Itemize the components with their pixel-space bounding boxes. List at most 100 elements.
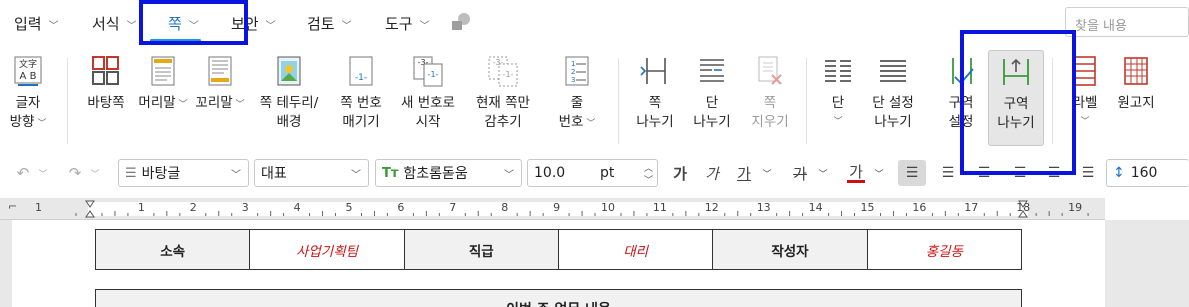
font-select[interactable]: Tт 함초롬돋움 ﹀ [375, 159, 522, 187]
footer-button[interactable]: 꼬리말 ﹀ [194, 54, 246, 150]
tab-review[interactable]: 검토 ﹀ [307, 10, 352, 36]
label-button[interactable]: 라벨 ﹀ [1062, 54, 1108, 150]
redo-icon[interactable]: ↷ [64, 160, 86, 186]
button-label: 쪽 테두리/ [259, 95, 319, 111]
align-divide-icon[interactable]: ☰ [1076, 160, 1100, 186]
page-border-button[interactable]: 쪽 테두리/ 배경 [252, 54, 326, 150]
chevron-down-icon[interactable]: ﹀ [872, 160, 886, 186]
ruler-number: 1 [35, 201, 42, 214]
button-label: 방향 [9, 114, 35, 130]
chevron-down-icon[interactable]: ﹀ [88, 160, 102, 186]
align-center-icon[interactable]: ☰ [972, 160, 996, 186]
section-break-button[interactable]: 구역 나누기 [988, 50, 1044, 146]
hide-page-button[interactable]: -3- -1- 현재 쪽만 감추기 [468, 54, 538, 150]
font-value: 함초롬돋움 [403, 166, 468, 182]
section-title-box[interactable]: 이번 주 업무 내용 [95, 289, 1022, 307]
tab-security[interactable]: 보안 ﹀ [231, 10, 276, 36]
column-setting-button[interactable]: 단 설정 나누기 [864, 54, 922, 150]
table-cell-label[interactable]: 소속 [94, 229, 251, 270]
line-spacing-icon: ↕ [1113, 165, 1125, 181]
strikethrough-icon[interactable]: 가 [788, 160, 812, 186]
tab-label: 서식 [92, 14, 120, 33]
tab-marker[interactable]: ⌐ [8, 200, 17, 213]
align-left-icon[interactable]: ☰ [936, 160, 960, 186]
shapes-icon[interactable] [450, 12, 472, 32]
italic-icon[interactable]: 가 [700, 160, 724, 186]
table-cell-label[interactable]: 직급 [403, 229, 559, 270]
columns-icon [821, 54, 855, 88]
tab-tools[interactable]: 도구 ﹀ [385, 10, 430, 36]
button-label: 나누기 [997, 115, 1035, 131]
align-right-icon[interactable]: ☰ [1008, 160, 1032, 186]
ruler-number: 5 [345, 201, 353, 214]
button-label: 설정 [948, 114, 974, 130]
button-label-line2: 번호 ﹀ [559, 113, 596, 134]
page-break-icon [638, 54, 672, 88]
align-justify-icon[interactable]: ☰ [898, 160, 926, 186]
ruler-number: 10 [601, 201, 615, 214]
font-size-input[interactable]: 10.0 pt ︿ ﹀ [527, 159, 658, 187]
button-label: 새 번호로 [401, 95, 455, 111]
button-label: 단 [705, 95, 719, 111]
table-row: 소속 사업기획팀 직급 대리 작성자 홍길동 [94, 229, 1023, 270]
chevron-down-icon[interactable]: ﹀ [760, 160, 774, 186]
search-input[interactable]: 찾을 내용 [1065, 7, 1189, 37]
svg-text:3: 3 [571, 76, 575, 84]
manuscript-button[interactable]: 원고지 [1112, 54, 1160, 150]
tab-label: 검토 [307, 14, 335, 33]
column-button[interactable]: 단 ﹀ [818, 54, 858, 150]
tab-label: 보안 [231, 14, 259, 33]
style-select[interactable]: ☰ 바탕글 ﹀ [118, 159, 249, 187]
undo-icon[interactable]: ↶ [12, 160, 34, 186]
header-button[interactable]: 머리말 ﹀ [138, 54, 188, 150]
button-label: 나누기 [874, 114, 912, 130]
language-value: 대표 [261, 166, 287, 182]
chevron-down-icon[interactable]: ﹀ [816, 160, 830, 186]
tab-page[interactable]: 쪽 ﹀ [150, 10, 201, 42]
tab-label: 입력 [14, 14, 42, 33]
section-setting-button[interactable]: 구역 설정 [938, 54, 984, 150]
text-direction-button[interactable]: 文字 A B 글자 방향 ﹀ [6, 54, 50, 150]
page-break-button[interactable]: 쪽 나누기 [630, 54, 680, 150]
chevron-down-icon: ﹀ [583, 119, 596, 129]
tab-format[interactable]: 서식 ﹀ [92, 10, 137, 36]
spin-down-icon[interactable]: ﹀ [644, 173, 653, 186]
section-break-icon [999, 55, 1033, 89]
font-size-value: 10.0 [534, 165, 566, 181]
delete-page-button[interactable]: 쪽 지우기 [746, 54, 794, 150]
line-spacing-input[interactable]: ↕ 160 [1106, 159, 1189, 187]
language-select[interactable]: 대표 ﹀ [254, 159, 369, 187]
font-size-unit: pt [600, 165, 615, 181]
align-distribute-icon[interactable]: ☰ [1042, 160, 1066, 186]
text-direction-icon: 文字 A B [11, 54, 45, 88]
font-color-icon[interactable]: 가 [844, 160, 868, 186]
bold-icon[interactable]: 가 [668, 160, 692, 186]
new-number-button[interactable]: -3- -1- 새 번호로 시작 [396, 54, 460, 150]
chevron-down-icon[interactable]: ﹀ [36, 160, 50, 186]
button-label: 나누기 [636, 114, 674, 130]
right-indent-marker[interactable] [1018, 200, 1028, 218]
background-page-icon [89, 54, 123, 88]
background-page-button[interactable]: 바탕쪽 [80, 54, 132, 150]
button-label: 라벨 [1072, 95, 1098, 111]
divider [1052, 58, 1053, 144]
tab-input[interactable]: 입력 ﹀ [14, 10, 59, 36]
underline-icon[interactable]: 가 [732, 160, 756, 186]
left-indent-marker[interactable] [85, 200, 95, 218]
table-cell-value[interactable]: 홍길동 [866, 229, 1023, 270]
ruler-number: 4 [293, 201, 301, 214]
ruler[interactable]: 112345678910111213141516171819 ⌐ [0, 198, 1105, 220]
button-label: 글자 [15, 95, 41, 111]
chevron-down-icon: ﹀ [48, 20, 59, 32]
table-cell-label[interactable]: 작성자 [712, 229, 868, 270]
column-break-button[interactable]: 단 나누기 [688, 54, 736, 150]
page-number-button[interactable]: -1- 쪽 번호 매기기 [332, 54, 390, 150]
button-label: 배경 [276, 114, 302, 130]
table-cell-value[interactable]: 대리 [557, 229, 714, 270]
line-number-button[interactable]: 123 줄 번호 ﹀ [552, 54, 602, 150]
chevron-down-icon: ﹀ [188, 20, 199, 32]
table-cell-value[interactable]: 사업기획팀 [249, 229, 405, 270]
svg-text:文字: 文字 [19, 58, 37, 70]
info-table[interactable]: 소속 사업기획팀 직급 대리 작성자 홍길동 [94, 229, 1023, 270]
button-label: 번호 [558, 114, 584, 130]
